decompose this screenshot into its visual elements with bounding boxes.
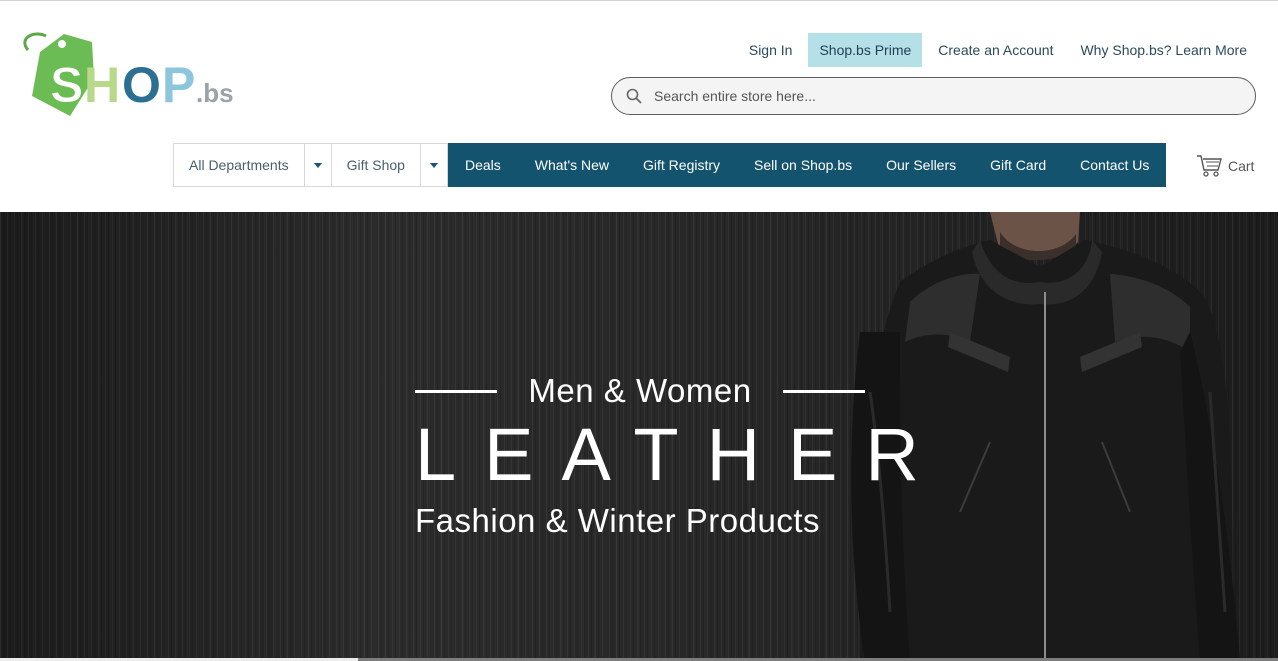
logo-graphic: S H O P .bs	[23, 32, 234, 116]
cart-icon[interactable]	[1196, 154, 1222, 178]
departments-dropdown[interactable]: All Departments	[173, 143, 332, 187]
hero-headline: LEATHER	[415, 413, 947, 496]
nav-item-whats-new[interactable]: What's New	[518, 143, 626, 187]
cart-label[interactable]: Cart	[1228, 158, 1254, 174]
search-bar[interactable]	[611, 77, 1256, 115]
hero-subheadline: Fashion & Winter Products	[415, 502, 820, 539]
create-account-link[interactable]: Create an Account	[927, 33, 1064, 67]
hero-line1: Men & Women	[415, 372, 865, 410]
nav-item-gift-card[interactable]: Gift Card	[973, 143, 1063, 187]
learn-more-link[interactable]: Why Shop.bs? Learn More	[1069, 33, 1258, 67]
hero-text: Men & Women LEATHER Fashion & Winter Pro…	[415, 372, 947, 540]
svg-text:P: P	[162, 57, 195, 113]
svg-text:O: O	[122, 57, 161, 113]
nav-item-deals[interactable]: Deals	[448, 143, 518, 187]
svg-text:H: H	[84, 57, 120, 113]
top-border	[0, 0, 1278, 1]
nav-item-sell[interactable]: Sell on Shop.bs	[737, 143, 869, 187]
header-links: Sign In Shop.bs Prime Create an Account …	[733, 33, 1258, 67]
site-logo[interactable]: S H O P .bs	[22, 30, 252, 122]
prime-link[interactable]: Shop.bs Prime	[808, 33, 923, 67]
nav-item-contact-us[interactable]: Contact Us	[1063, 143, 1166, 187]
cart-link[interactable]: Cart	[1196, 154, 1254, 178]
giftshop-caret-icon[interactable]	[419, 144, 447, 186]
search-input[interactable]	[652, 87, 1216, 105]
giftshop-dropdown[interactable]: Gift Shop	[331, 143, 448, 187]
giftshop-label[interactable]: Gift Shop	[332, 144, 420, 186]
departments-caret-icon[interactable]	[303, 144, 331, 186]
hero-banner[interactable]: Men & Women LEATHER Fashion & Winter Pro…	[0, 212, 1278, 661]
nav-bar: Deals What's New Gift Registry Sell on S…	[447, 143, 1167, 187]
hero-divider-right	[783, 389, 865, 393]
sign-in-link[interactable]: Sign In	[738, 33, 804, 67]
hero-divider-left	[415, 389, 497, 393]
svg-text:.bs: .bs	[196, 78, 234, 108]
nav-item-gift-registry[interactable]: Gift Registry	[626, 143, 737, 187]
search-icon[interactable]	[626, 88, 642, 104]
departments-label[interactable]: All Departments	[174, 144, 304, 186]
hero-line1-text: Men & Women	[528, 372, 752, 409]
main-nav: All Departments Gift Shop Deals What's N…	[173, 143, 1167, 187]
nav-item-our-sellers[interactable]: Our Sellers	[869, 143, 973, 187]
svg-text:S: S	[50, 57, 83, 113]
